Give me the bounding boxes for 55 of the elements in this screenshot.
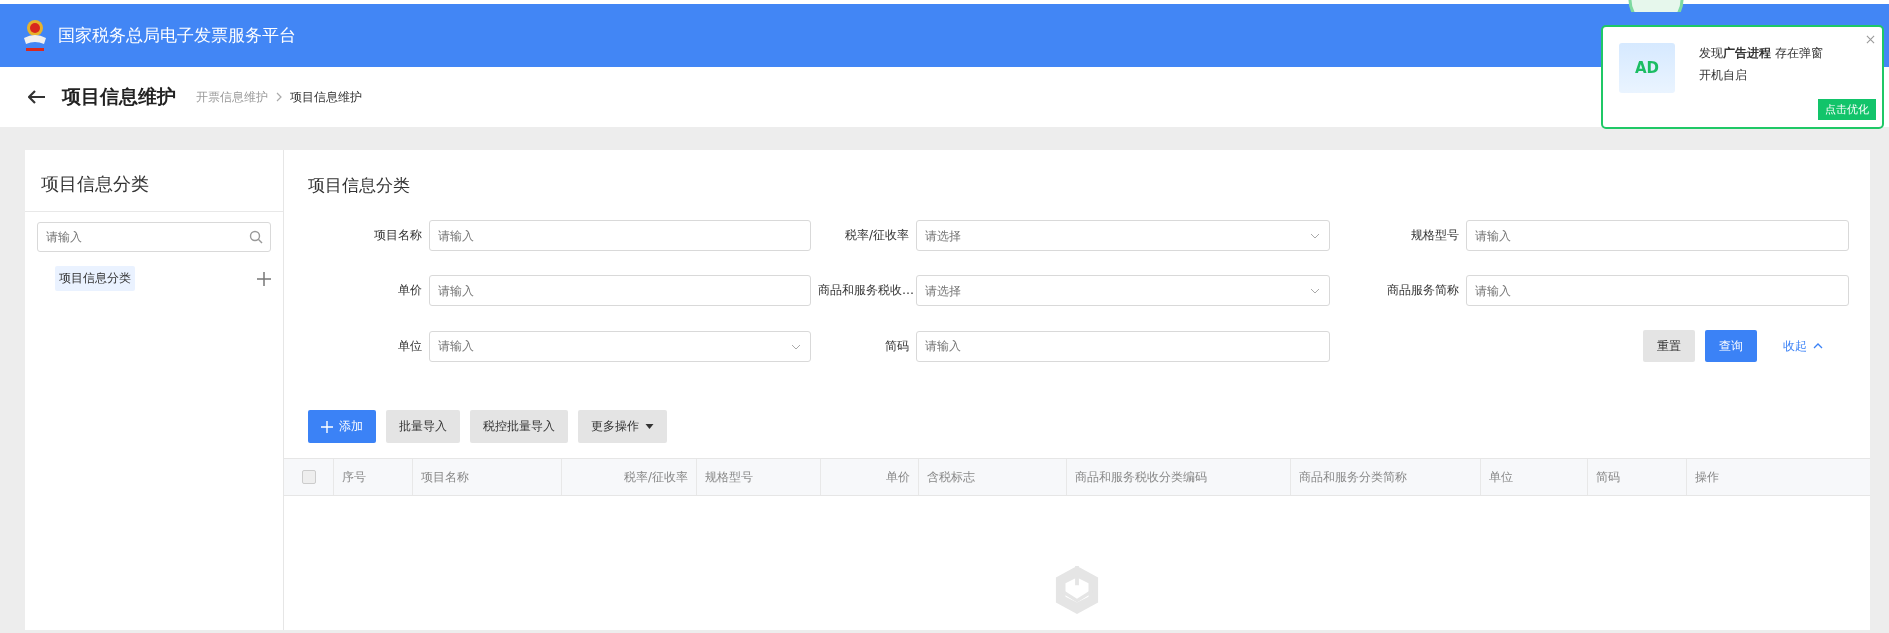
input-field[interactable]: 请输入 <box>1466 220 1849 251</box>
caret-down-icon <box>645 424 654 429</box>
query-button[interactable]: 查询 <box>1705 330 1757 362</box>
select-all-checkbox[interactable] <box>301 470 316 484</box>
popup-message: 发现广告进程 存在弹窗 <box>1699 45 1823 62</box>
import-button[interactable]: 批量导入 <box>386 410 460 443</box>
column-header: 商品和服务分类简称 <box>1299 468 1407 486</box>
filter-label: 项目名称 <box>373 227 422 244</box>
back-arrow-icon[interactable] <box>28 90 46 104</box>
add-button[interactable]: 添加 <box>308 410 376 443</box>
close-icon[interactable] <box>1866 35 1875 44</box>
input-field[interactable]: 请输入 <box>1466 275 1849 306</box>
search-field[interactable]: 请输入 <box>37 222 271 252</box>
filter-label: 税率/征收率 <box>843 227 909 244</box>
filter-label: 单位 <box>397 337 422 355</box>
filter-label: 商品服务简称 <box>1386 282 1459 299</box>
page-title: 项目信息维护 <box>62 84 176 109</box>
select-field[interactable]: 请选择 <box>916 275 1330 306</box>
column-header: 序号 <box>342 468 366 486</box>
filter-label: 单价 <box>397 282 422 299</box>
column-header: 含税标志 <box>927 468 975 486</box>
section-title: 项目信息分类 <box>307 174 411 197</box>
more-actions-dropdown[interactable]: 更多操作 <box>578 410 667 443</box>
input-field[interactable]: 请输入 <box>429 275 811 306</box>
platform-title: 国家税务总局电子发票服务平台 <box>58 24 296 47</box>
chevron-up-icon <box>1813 343 1823 349</box>
tree-item[interactable]: 项目信息分类 <box>55 266 135 291</box>
filter-label: 规格型号 <box>1410 227 1459 244</box>
add-icon[interactable] <box>257 271 271 286</box>
input-field[interactable]: 请输入 <box>429 220 811 251</box>
column-header: 操作 <box>1695 468 1719 486</box>
column-header: 规格型号 <box>705 468 753 486</box>
reset-button[interactable]: 重置 <box>1643 330 1695 362</box>
select-field[interactable]: 请选择 <box>916 220 1330 251</box>
column-header: 税率/征收率 <box>623 468 688 486</box>
select-field[interactable]: 请输入 <box>429 330 811 362</box>
column-header: 简码 <box>1596 468 1620 486</box>
sidebar-title: 项目信息分类 <box>25 150 283 212</box>
chevron-down-icon <box>791 343 801 350</box>
column-header: 单价 <box>886 468 910 486</box>
search-icon[interactable] <box>249 230 263 244</box>
ad-label: AD <box>1634 59 1660 77</box>
empty-box-icon <box>1054 564 1100 616</box>
collapse-link[interactable]: 收起 <box>1777 336 1829 356</box>
chevron-down-icon <box>1310 288 1320 294</box>
column-header: 项目名称 <box>421 468 469 486</box>
plus-icon <box>321 420 333 433</box>
column-header: 单位 <box>1489 468 1513 486</box>
popup-message: 开机自启 <box>1699 67 1748 84</box>
chevron-right-icon <box>276 92 282 102</box>
chevron-down-icon <box>1310 233 1320 239</box>
import-button[interactable]: 税控批量导入 <box>470 410 568 443</box>
filter-label: 简码 <box>884 337 909 355</box>
input-field[interactable]: 请输入 <box>916 330 1330 362</box>
column-header: 商品和服务税收分类编码 <box>1075 468 1207 486</box>
